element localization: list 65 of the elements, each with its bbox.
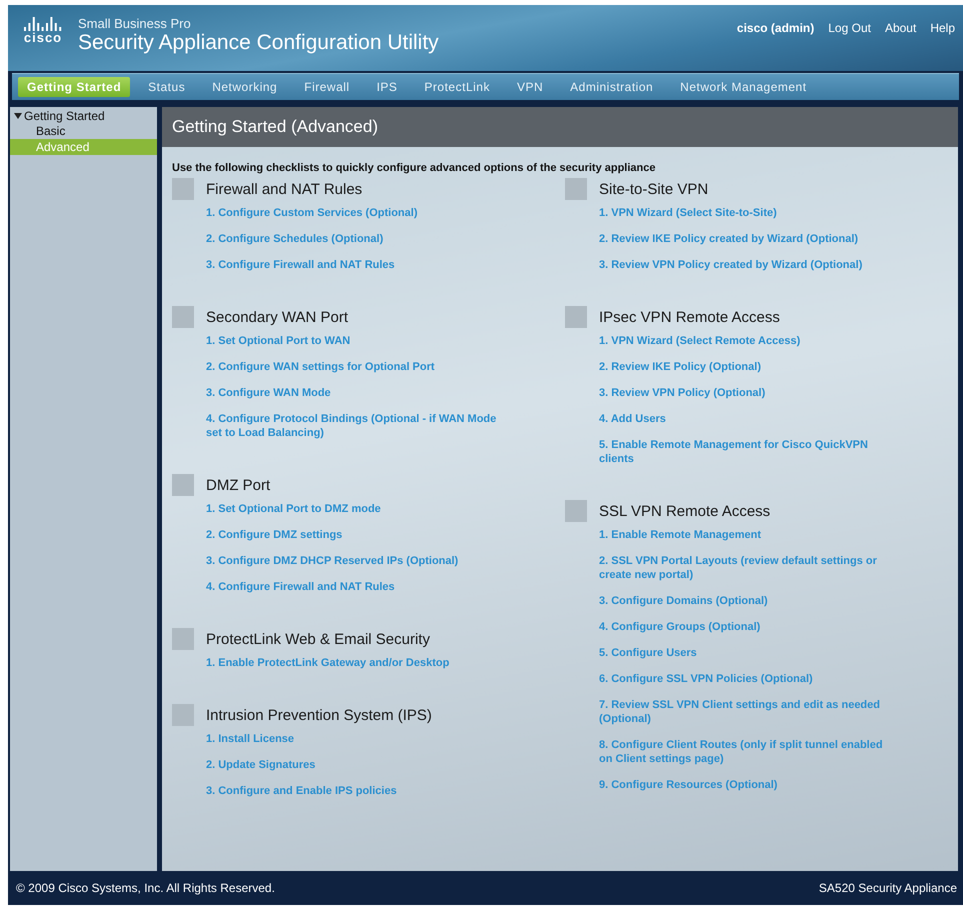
checklist-link[interactable]: 1. Set Optional Port to WAN	[206, 334, 506, 348]
checklist-link[interactable]: 5. Configure Users	[599, 646, 899, 660]
intro-text: Use the following checklists to quickly configure advanced options of the security appliance	[172, 162, 656, 174]
checklist-link[interactable]: 9. Configure Resources (Optional)	[599, 778, 899, 792]
checklist-link[interactable]: 2. Configure Schedules (Optional)	[206, 232, 506, 246]
section-heading: ProtectLink Web & Email Security	[206, 630, 430, 648]
nav-tab[interactable]: ProtectLink	[415, 77, 499, 97]
checklist-link[interactable]: 3. Review VPN Policy created by Wizard (Optional)	[599, 258, 899, 272]
checklist-link[interactable]: 1. Set Optional Port to DMZ mode	[206, 502, 506, 516]
header-link[interactable]: Help	[930, 21, 955, 35]
logo-text: cisco	[24, 31, 62, 45]
checklist-link[interactable]: 6. Configure SSL VPN Policies (Optional)	[599, 672, 899, 686]
section-heading: Secondary WAN Port	[206, 308, 348, 326]
checklist-link[interactable]: 4. Configure Firewall and NAT Rules	[206, 580, 506, 594]
app-title: Security Appliance Configuration Utility	[78, 31, 439, 55]
checklist-link[interactable]: 2. Configure WAN settings for Optional Port	[206, 360, 506, 374]
model-name: SA520 Security Appliance	[818, 881, 957, 895]
checklist-link[interactable]: 1. Enable ProtectLink Gateway and/or Desktop	[206, 656, 506, 670]
caret-icon[interactable]	[14, 112, 22, 120]
checklist-link[interactable]: 4. Configure Groups (Optional)	[599, 620, 899, 634]
section-heading: SSL VPN Remote Access	[599, 502, 770, 520]
header-link[interactable]: Log Out	[828, 21, 871, 35]
nav-tab[interactable]: Firewall	[295, 77, 359, 97]
header-link[interactable]: About	[884, 21, 916, 35]
checklist-link[interactable]: 5. Enable Remote Management for Cisco QuickVPN clients	[599, 438, 899, 466]
checklist-link[interactable]: 8. Configure Client Routes (only if split tunnel enabled on Client settings page)	[599, 738, 899, 766]
checklist-link[interactable]: 4. Configure Protocol Bindings (Optional - if WAN Mode set to Load Balancing)	[206, 412, 506, 440]
section-heading: Intrusion Prevention System (IPS)	[206, 706, 432, 724]
section-heading: Firewall and NAT Rules	[206, 180, 362, 198]
checklist-link[interactable]: 2. Configure DMZ settings	[206, 528, 506, 542]
checklist-link[interactable]: 2. Update Signatures	[206, 758, 506, 772]
checklist-link[interactable]: 3. Configure DMZ DHCP Reserved IPs (Optional)	[206, 554, 506, 568]
nav-tab[interactable]: Getting Started	[18, 77, 130, 97]
nav-tab[interactable]: IPS	[368, 77, 406, 97]
nav-tab[interactable]: Network Management	[671, 77, 816, 97]
checklist-link[interactable]: 3. Configure Domains (Optional)	[599, 594, 899, 608]
user-label: cisco (admin)	[736, 21, 814, 35]
section-heading: Site-to-Site VPN	[599, 180, 708, 198]
logo-bars-icon	[23, 17, 63, 31]
checklist-link[interactable]: 1. Install License	[206, 732, 506, 746]
checklist-link[interactable]: 1. VPN Wizard (Select Site-to-Site)	[599, 206, 899, 220]
checklist-link[interactable]: 3. Configure and Enable IPS policies	[206, 784, 506, 798]
nav-tab[interactable]: Networking	[203, 77, 286, 97]
copyright-text: © 2009 Cisco Systems, Inc. All Rights Reserved.	[16, 881, 275, 895]
checklist-link[interactable]: 4. Add Users	[599, 412, 899, 426]
sidebar-item[interactable]: Basic	[10, 123, 157, 139]
checklist-link[interactable]: 3. Configure WAN Mode	[206, 386, 506, 400]
checklist-link[interactable]: 1. VPN Wizard (Select Remote Access)	[599, 334, 899, 348]
checklist-link[interactable]: 3. Review VPN Policy (Optional)	[599, 386, 899, 400]
nav-tab[interactable]: Administration	[561, 77, 662, 97]
checklist-link[interactable]: 3. Configure Firewall and NAT Rules	[206, 258, 506, 272]
checklist-link[interactable]: 2. Review IKE Policy (Optional)	[599, 360, 899, 374]
checklist-link[interactable]: 2. Review IKE Policy created by Wizard (Optional)	[599, 232, 899, 246]
section-heading: IPsec VPN Remote Access	[599, 308, 780, 326]
checklist-link[interactable]: 1. Configure Custom Services (Optional)	[206, 206, 506, 220]
checklist-link[interactable]: 1. Enable Remote Management	[599, 528, 899, 542]
section-heading: DMZ Port	[206, 476, 270, 494]
nav-tab[interactable]: VPN	[508, 77, 552, 97]
checklist-link[interactable]: 2. SSL VPN Portal Layouts (review default settings or create new portal)	[599, 554, 899, 582]
checklist-link[interactable]: 7. Review SSL VPN Client settings and edit as needed (Optional)	[599, 698, 899, 726]
tree-label[interactable]: Getting Started	[24, 109, 105, 123]
sidebar-item[interactable]: Advanced	[10, 139, 157, 155]
product-line: Small Business Pro	[78, 17, 192, 31]
nav-tab[interactable]: Status	[139, 77, 194, 97]
page-title: Getting Started (Advanced)	[162, 107, 958, 147]
